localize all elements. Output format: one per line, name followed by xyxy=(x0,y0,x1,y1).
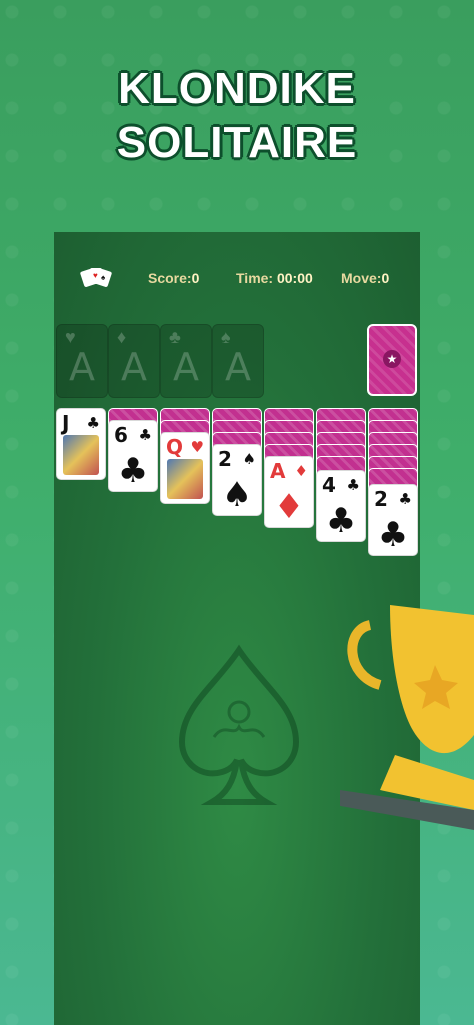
promo-title-line1: KLONDIKE xyxy=(118,64,356,113)
card-face[interactable]: 4 ♣ ♣ xyxy=(316,470,366,542)
card-rank: 4 xyxy=(322,473,336,497)
queen-portrait xyxy=(167,459,203,499)
foundation-hearts[interactable]: ♥ A xyxy=(56,324,108,398)
card-rank: A xyxy=(270,459,286,483)
card-suit: ♣ xyxy=(138,426,152,444)
promo-title: KLONDIKE SOLITAIRE xyxy=(0,62,474,170)
card-suit: ♣ xyxy=(398,490,412,508)
card-big-suit: ♠ xyxy=(221,475,253,515)
card-face[interactable]: 2 ♠ ♠ xyxy=(212,444,262,516)
score-value: 0 xyxy=(191,270,200,286)
time-label: Time: xyxy=(236,270,274,286)
move-display: Move:0 xyxy=(341,270,389,286)
foundation-diamonds[interactable]: ♦ A xyxy=(108,324,160,398)
foundation-letter: A xyxy=(225,345,251,389)
card-rank: 6 xyxy=(114,423,128,447)
top-bar: ♥ ♠ Score:0 Time: 00:00 Move:0 xyxy=(54,264,420,292)
card-big-suit: ♣ xyxy=(117,451,149,491)
time-display: Time: 00:00 xyxy=(236,270,313,286)
card-face[interactable]: Q ♥ xyxy=(160,432,210,504)
stock-pile[interactable]: ★ xyxy=(367,324,417,396)
card-suit: ♦ xyxy=(294,462,308,480)
move-value: 0 xyxy=(381,270,390,286)
card-rank: 2 xyxy=(218,447,232,471)
card-face[interactable]: A ♦ ♦ xyxy=(264,456,314,528)
card-suit: ♠ xyxy=(242,450,256,468)
card-suit: ♥ xyxy=(190,438,204,456)
cards-icon[interactable]: ♥ ♠ xyxy=(80,266,112,288)
card-big-suit: ♣ xyxy=(377,515,409,555)
svg-text:♥: ♥ xyxy=(93,271,98,280)
card-suit: ♣ xyxy=(346,476,360,494)
card-suit: ♣ xyxy=(86,414,100,432)
card-rank: Q xyxy=(166,435,184,459)
card-big-suit: ♣ xyxy=(325,501,357,541)
card-big-suit: ♦ xyxy=(273,487,305,527)
card-face[interactable]: 2 ♣ ♣ xyxy=(368,484,418,556)
card-rank: J xyxy=(62,411,70,435)
trophy-icon xyxy=(340,605,474,830)
move-label: Move: xyxy=(341,270,382,286)
score-display: Score:0 xyxy=(148,270,199,286)
time-value: 00:00 xyxy=(276,270,313,286)
foundation-letter: A xyxy=(173,345,199,389)
card-face[interactable]: 6 ♣ ♣ xyxy=(108,420,158,492)
star-icon: ★ xyxy=(383,350,401,368)
promo-title-line2: SOLITAIRE xyxy=(116,118,358,167)
jack-portrait xyxy=(63,435,99,475)
foundation-letter: A xyxy=(69,345,95,389)
card-face[interactable]: J ♣ xyxy=(56,408,106,480)
score-label: Score: xyxy=(148,270,192,286)
card-rank: 2 xyxy=(374,487,388,511)
foundation-clubs[interactable]: ♣ A xyxy=(160,324,212,398)
foundation-spades[interactable]: ♠ A xyxy=(212,324,264,398)
foundation-letter: A xyxy=(121,345,147,389)
spade-emblem-icon xyxy=(178,644,300,805)
